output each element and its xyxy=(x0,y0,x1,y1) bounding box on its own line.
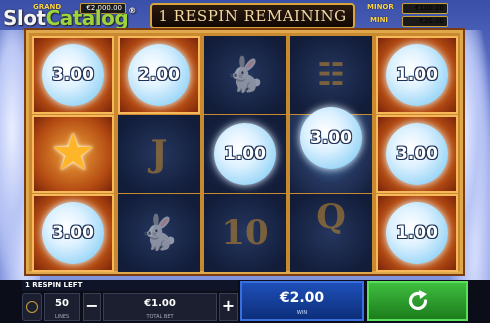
star-icon: ★ xyxy=(49,122,97,183)
total-bet-label: TOTAL BET xyxy=(146,314,174,320)
respin-left-status: 1 RESPIN LEFT xyxy=(22,280,238,291)
reel-cell: 🐇 xyxy=(204,36,286,114)
coin-icon xyxy=(26,301,38,313)
reel-cell: 1.00 xyxy=(376,194,458,272)
reel-cell: 3.00 xyxy=(32,36,114,114)
reel-cell: ★ xyxy=(32,115,114,193)
mini-jackpot-value: €20.00 xyxy=(402,16,448,27)
minor-jackpot-label: MINOR xyxy=(367,3,394,11)
respin-remaining-banner: 1 RESPIN REMAINING xyxy=(150,3,355,29)
letter-q-icon: Q xyxy=(316,197,346,238)
cell-value: 3.00 xyxy=(396,144,438,164)
reel-cell: 3.00 xyxy=(376,115,458,193)
reel-cell: ☷ xyxy=(290,36,372,114)
letter-j-icon: J xyxy=(150,133,168,175)
watermark-logo: SlotCatalog® xyxy=(3,6,136,30)
cell-value: 3.00 xyxy=(52,223,94,243)
spin-button[interactable] xyxy=(367,281,468,321)
cell-value: 1.00 xyxy=(396,65,438,85)
lines-value: 50 xyxy=(55,298,69,309)
info-button[interactable] xyxy=(22,293,42,321)
reel-cell: 10 xyxy=(204,194,286,272)
decrease-bet-button[interactable]: − xyxy=(83,293,101,321)
win-display: €2.00 WIN xyxy=(240,281,364,321)
cell-value: 2.00 xyxy=(138,65,180,85)
minor-jackpot-value: €100.00 xyxy=(402,3,448,14)
reel-cell: 1.00 xyxy=(376,36,458,114)
refresh-arrow-icon xyxy=(408,290,428,311)
win-label: WIN xyxy=(296,310,308,316)
mini-jackpot-label: MINI xyxy=(370,16,389,24)
total-bet-display: €1.00 TOTAL BET xyxy=(103,293,217,321)
increase-bet-button[interactable]: + xyxy=(219,293,238,321)
top-bar: GRAND €2,000.00 SlotCatalog® 1 RESPIN RE… xyxy=(0,0,490,30)
rabbit-icon: 🐇 xyxy=(223,55,267,95)
cell-value: 1.00 xyxy=(396,223,438,243)
reel-cell: 1.00 xyxy=(204,115,286,193)
win-value: €2.00 xyxy=(279,290,325,306)
reel-cell: 2.00 xyxy=(118,36,200,114)
number-ten-icon: 10 xyxy=(221,213,269,253)
reel-cell: 🐇 xyxy=(118,194,200,272)
lines-label: LINES xyxy=(54,314,70,320)
reel-cell: 3.00 xyxy=(32,194,114,272)
cell-value: 3.00 xyxy=(310,128,352,149)
lines-display: 50 LINES xyxy=(44,293,80,321)
total-bet-value: €1.00 xyxy=(144,298,176,309)
reel-grid: 3.00 2.00 🐇 ☷ 1.00 ★ J 1.00 3.00 3.00 3.… xyxy=(26,30,463,274)
cell-value: 3.00 xyxy=(52,65,94,85)
reel-cell: 3.00 xyxy=(290,107,372,193)
reel-cell: J xyxy=(118,115,200,193)
reel-cell: Q xyxy=(290,194,372,272)
lantern-icon: ☷ xyxy=(317,57,345,93)
cell-value: 1.00 xyxy=(224,144,266,164)
rabbit-icon: 🐇 xyxy=(137,213,181,253)
